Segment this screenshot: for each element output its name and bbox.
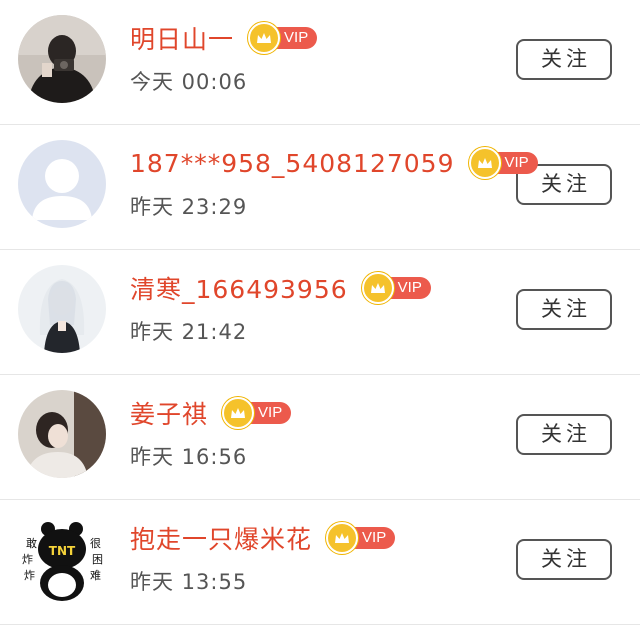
name-line: 清寒_166493956 VIP (130, 268, 431, 308)
follow-button[interactable]: 关注 (516, 539, 612, 580)
crown-icon (222, 397, 255, 429)
follow-button[interactable]: 关注 (516, 289, 612, 330)
list-item[interactable]: 187***958_5408127059 VIP 昨天 23:29 关注 (0, 125, 640, 250)
crown-icon (468, 147, 501, 179)
user-name[interactable]: 姜子祺 (130, 395, 208, 431)
vip-badge: VIP (222, 397, 292, 429)
photo-avatar-dark (18, 15, 106, 103)
timestamp: 昨天 13:55 (130, 570, 248, 594)
crown-icon (361, 272, 394, 304)
list-item[interactable]: 姜子祺 VIP 昨天 16:56 关注 (0, 375, 640, 500)
user-name[interactable]: 抱走一只爆米花 (130, 520, 312, 556)
list-item[interactable]: 清寒_166493956 VIP 昨天 21:42 关注 (0, 250, 640, 375)
avatar-text: 敢 (26, 536, 37, 550)
name-line: 187***958_5408127059 VIP (130, 143, 538, 183)
default-avatar (18, 140, 106, 228)
timestamp: 昨天 23:29 (130, 195, 248, 219)
avatar[interactable]: TNT 敢 炸 炸 很 困 难 (18, 515, 106, 603)
timestamp: 昨天 21:42 (130, 320, 248, 344)
name-line: 明日山一 VIP (130, 18, 318, 58)
follow-button[interactable]: 关注 (516, 414, 612, 455)
avatar-text: 难 (90, 569, 101, 582)
avatar[interactable] (18, 265, 106, 353)
list-item[interactable]: 明日山一 VIP 今天 00:06 关注 (0, 0, 640, 125)
timestamp: 昨天 16:56 (130, 445, 248, 469)
list-item[interactable]: TNT 敢 炸 炸 很 困 难 抱走一只爆米花 VIP 昨天 13:55 关注 (0, 500, 640, 625)
avatar-text: 炸 (24, 569, 35, 582)
panda-sticker-avatar: TNT 敢 炸 炸 很 困 难 (18, 515, 106, 603)
avatar[interactable] (18, 140, 106, 228)
user-name[interactable]: 187***958_5408127059 (130, 149, 455, 178)
name-line: 姜子祺 VIP (130, 393, 292, 433)
avatar[interactable] (18, 390, 106, 478)
vip-badge: VIP (468, 147, 538, 179)
photo-avatar-light (18, 390, 106, 478)
vip-badge: VIP (361, 272, 431, 304)
user-name[interactable]: 清寒_166493956 (130, 270, 348, 306)
avatar-text: TNT (49, 544, 76, 558)
avatar-text: 困 (92, 553, 103, 566)
user-name[interactable]: 明日山一 (130, 20, 234, 56)
vip-badge: VIP (326, 522, 396, 554)
name-line: 抱走一只爆米花 VIP (130, 518, 396, 558)
avatar-text: 很 (90, 536, 101, 550)
avatar[interactable] (18, 15, 106, 103)
anime-girl-avatar (18, 265, 106, 353)
avatar-text: 炸 (22, 553, 33, 566)
follower-list: 明日山一 VIP 今天 00:06 关注 187***958_540812705… (0, 0, 640, 633)
follow-button[interactable]: 关注 (516, 39, 612, 80)
timestamp: 今天 00:06 (130, 70, 248, 94)
crown-icon (326, 522, 359, 554)
vip-badge: VIP (248, 22, 318, 54)
crown-icon (248, 22, 281, 54)
